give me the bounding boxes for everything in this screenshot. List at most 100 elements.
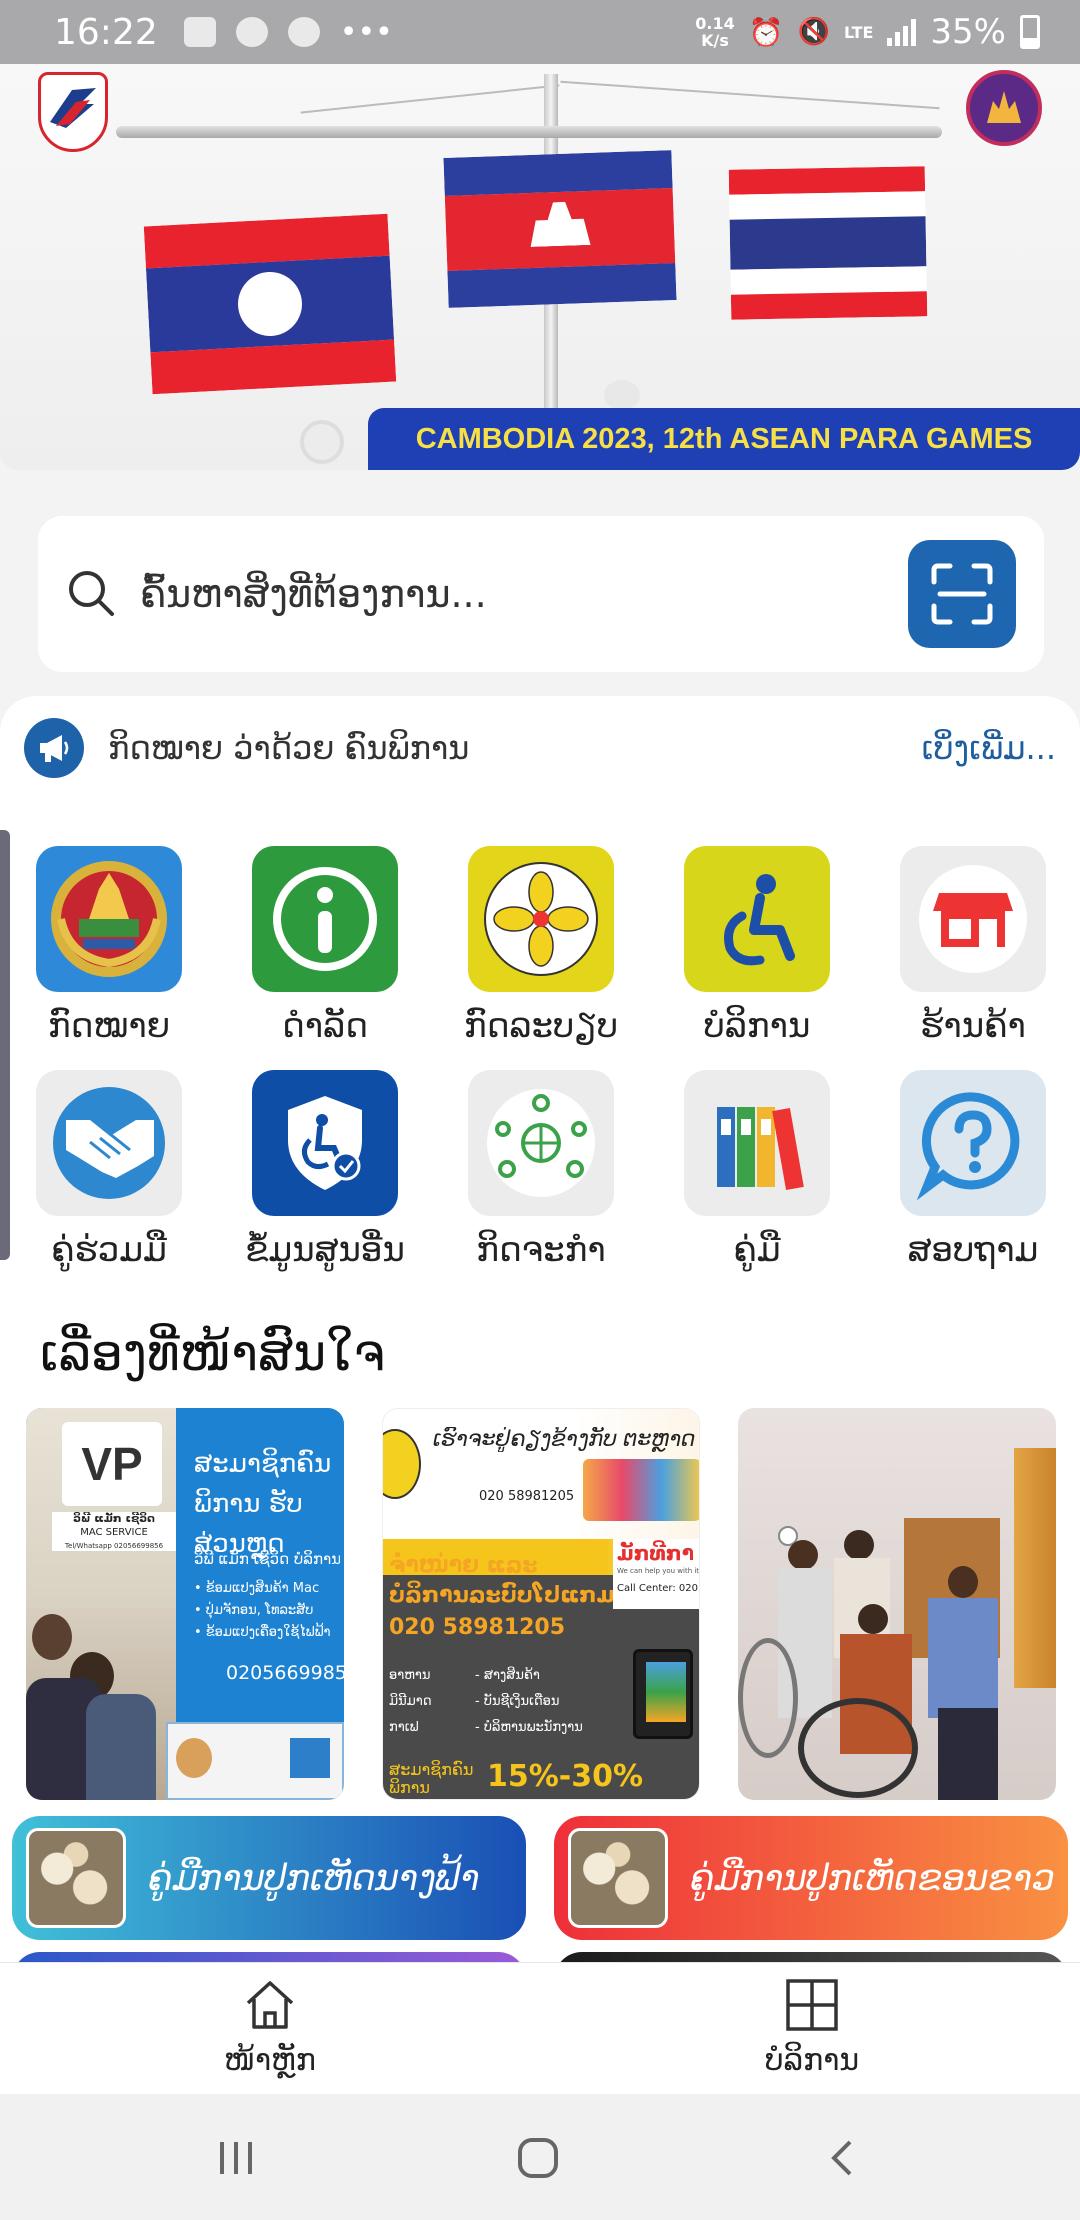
news-row-left: ກາເຟ [389,1720,419,1735]
home-icon [246,1981,294,2029]
edge-panel-handle[interactable] [0,830,10,1260]
scan-button[interactable] [908,540,1016,648]
lao-emblem-icon [36,846,182,992]
tablet-image [633,1649,693,1739]
home-circle-icon [518,2138,558,2178]
banner-caption: CAMBODIA 2023, 12th ASEAN PARA GAMES [368,408,1080,470]
news-vp-service-name: ວິພີ ແມັກ ເຊີວິດ ບໍລິການ [194,1550,340,1568]
promo-banner[interactable]: CAMBODIA 2023, 12th ASEAN PARA GAMES [0,64,1080,470]
news-member-text: ສະມາຊິກຄົນພິການ [389,1760,474,1797]
news-banner-text: ຈຳໜ່າຍ ແລະ ບໍລິການລະບົບໂປແກມ [389,1553,615,1608]
menu-label: ຄູ່ຮ່ວມມື [51,1230,167,1270]
guide-label: ຄູ່ມືການປູກເຫັດນາງຟ້າ [148,1857,480,1899]
shield-wheelchair-icon [252,1070,398,1216]
menu-item-shop[interactable]: ຮ້ານຄ້າ [878,846,1068,1046]
news-row-left: ມິນີມາດ [389,1694,432,1709]
news-phone: 02056699856 [226,1662,344,1684]
news-vp-contact: Tel/Whatsapp 02056699856 [52,1542,176,1551]
guide-banner-white-mushroom[interactable]: ຄູ່ມືການປູກເຫັດຂອນຂາວ [554,1816,1068,1940]
cambodia-flag [443,150,677,308]
info-icon [252,846,398,992]
menu-item-law[interactable]: ກົດໝາຍ [14,846,204,1046]
recents-icon [220,2142,252,2174]
news-phone: 020 58981205 [389,1615,566,1640]
nav-label: ບໍລິການ [764,2043,860,2078]
menu-label: ກົດໝາຍ [47,1006,171,1046]
menu-label: ຂໍ້ມູນສູນອື່ນ [245,1230,405,1270]
news-row-right: - ສາງສິນຄ້າ [475,1668,540,1683]
menu-label: ກົດລະບຽບ [463,1006,619,1046]
menu-item-inquiry[interactable]: ສອບຖາມ [878,1070,1068,1270]
menu-item-manual[interactable]: ຄູ່ມື [662,1070,852,1270]
net-speed-value: 0.14 [695,14,735,33]
announcement-text: ກິດໝາຍ ວ່າດ້ວຍ ຄົນພິການ [108,729,470,767]
nav-services[interactable]: ບໍລິການ [712,1975,912,2078]
system-nav-bar [0,2094,1080,2220]
guide-label: ຄູ່ມືການປູກເຫັດຂອນຂາວ [690,1857,1055,1899]
laos-flag [143,213,397,395]
news-row-left: ອາຫານ [389,1668,431,1683]
binders-icon [684,1070,830,1216]
search-bar[interactable]: ຄົ້ນຫາສິ່ງທີ່ຕ້ອງການ... [38,516,1044,672]
battery-percent: 35% [930,12,1006,52]
organization-logo-icon [38,72,108,152]
menu-label: ຮ້ານຄ້າ [920,1006,1026,1046]
section-title: ເລື່ອງທີ່ໜ້າສົນໃຈ [40,1324,385,1382]
people-illustration [583,1459,699,1521]
menu-item-other-centers[interactable]: ຂໍ້ມູນສູນອື່ນ [230,1070,420,1270]
handshake-icon [36,1070,182,1216]
line-icon [235,17,268,47]
news-vp-name-lao: ວິພີ ແມັກ ເຊີວິດ [73,1512,155,1525]
shop-icon [900,846,1046,992]
see-more-link[interactable]: ເບິ່ງເພີ່ມ... [922,729,1056,767]
status-time: 16:22 [54,11,158,53]
news-brand-tagline: We can help you with it [617,1567,700,1575]
announcement-bar[interactable]: ກິດໝາຍ ວ່າດ້ວຍ ຄົນພິການ ເບິ່ງເພີ່ມ... [24,718,1056,778]
news-vp-bullet: • ຂ້ອມແປງສິນຄ້າ Mac [194,1581,320,1596]
recent-apps-button[interactable] [206,2128,266,2188]
menu-item-service[interactable]: ບໍລິການ [662,846,852,1046]
menu-label: ບໍລິການ [703,1006,811,1046]
vp-logo: VP [62,1422,162,1506]
menu-label: ກິດຈະກຳ [476,1230,606,1270]
thailand-flag [728,166,928,320]
athlete-figure [604,380,640,410]
menu-item-decree[interactable]: ດຳລັດ [230,846,420,1046]
menu-item-regulation[interactable]: ກົດລະບຽບ [446,846,636,1046]
menu-item-partner[interactable]: ຄູ່ຮ່ວມມື [14,1070,204,1270]
net-speed-unit: K/s [701,31,729,50]
news-card[interactable]: ເຮົາຈະຢູ່ຄຽງຂ້າງກັບ ຕະຫຼາດ 020 58981205 … [382,1408,700,1800]
news-card[interactable]: VP ວິພີ ແມັກ ເຊີວິດ MAC SERVICE Tel/What… [26,1408,344,1800]
facebook-icon [287,17,320,47]
news-discount: 15%-30% [487,1759,644,1794]
more-icon: ••• [339,14,393,50]
wheelchair-icon [684,846,830,992]
news-card[interactable] [738,1408,1056,1800]
signal-icon [887,18,917,46]
bottom-nav: ໜ້າຫຼັກ ບໍລິການ [0,1962,1080,2094]
flag-crossbar [116,126,942,138]
home-button[interactable] [508,2128,568,2188]
menu-item-activity[interactable]: ກິດຈະກຳ [446,1070,636,1270]
back-icon [831,2140,852,2176]
member-card-image [166,1722,344,1800]
news-contact: 020 58981205 [479,1489,575,1504]
news-row-right: - ບໍລິຫານພະນັກງານ [475,1720,583,1735]
status-bar: 16:22 ••• 0.14 K/s ⏰ 🔇 LTE 35% [0,0,1080,64]
image-icon [183,17,216,47]
news-headline: ເຮົາຈະຢູ່ຄຽງຂ້າງກັບ ຕະຫຼາດ [433,1427,696,1452]
battery-icon [1020,15,1040,49]
search-input[interactable]: ຄົ້ນຫາສິ່ງທີ່ຕ້ອງການ... [140,572,908,616]
notification-icons: ••• [183,14,393,50]
net-speed: 0.14 K/s [695,15,734,49]
lte-label: LTE [844,22,874,42]
nav-home[interactable]: ໜ້າຫຼັກ [170,1975,370,2078]
menu-label: ດຳລັດ [282,1006,368,1046]
main-content: ກິດໝາຍ ວ່າດ້ວຍ ຄົນພິການ ເບິ່ງເພີ່ມ... ກົ… [0,696,1080,1992]
guide-banner-oyster-mushroom[interactable]: ຄູ່ມືການປູກເຫັດນາງຟ້າ [12,1816,526,1940]
menu-label: ສອບຖາມ [907,1230,1039,1270]
back-button[interactable] [812,2128,872,2188]
search-icon [69,571,114,616]
athlete-figure [300,420,344,464]
news-call-center: Call Center: 020 [617,1583,698,1594]
